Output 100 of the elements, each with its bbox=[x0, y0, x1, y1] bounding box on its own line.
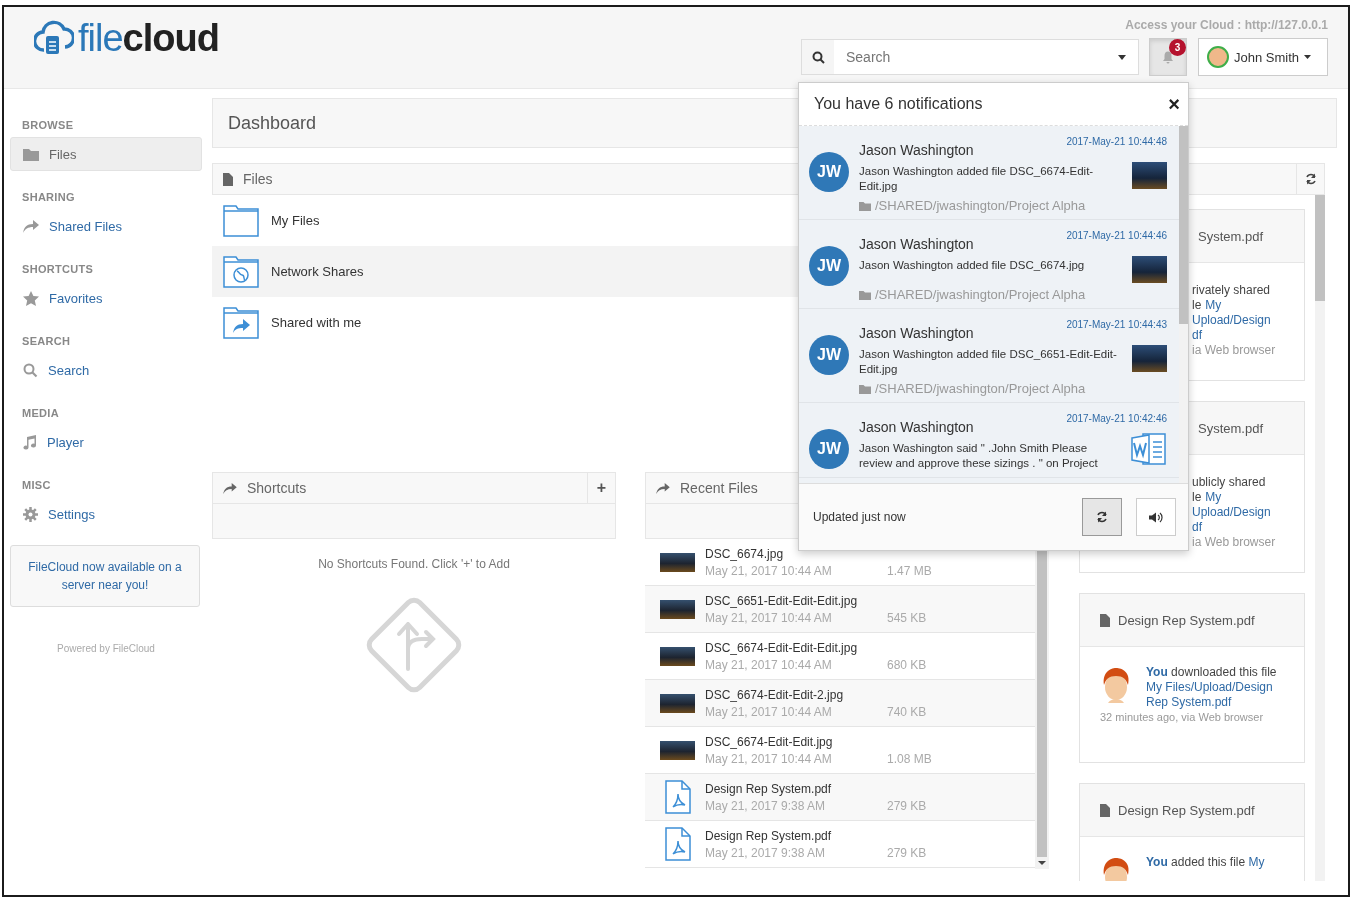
file-link[interactable]: My bbox=[1248, 855, 1265, 870]
sidebar-item[interactable]: Files bbox=[10, 137, 202, 171]
card-title: Design Rep System.pdf bbox=[1118, 802, 1255, 818]
panel-title: Files bbox=[243, 171, 273, 187]
word-document-icon bbox=[1131, 433, 1167, 465]
caret-icon bbox=[1304, 55, 1312, 59]
recent-file-row[interactable]: DSC_6674-Edit-Edit-2.jpg May 21, 2017 10:44 AM 740 KB bbox=[645, 680, 1035, 727]
shared-folder-icon bbox=[223, 306, 259, 339]
access-url: Access your Cloud : http://127.0.0.1 bbox=[1125, 18, 1328, 32]
search-input[interactable]: Search bbox=[834, 48, 1118, 66]
notifications-button[interactable]: 3 bbox=[1149, 38, 1187, 76]
sidebar-item[interactable]: Shared Files bbox=[10, 209, 202, 243]
notification-date: 2017-May-21 10:44:46 bbox=[1066, 230, 1167, 241]
file-link[interactable]: Upload/Design bbox=[1192, 313, 1271, 328]
star-icon bbox=[23, 290, 39, 306]
user-menu-button[interactable]: John Smith bbox=[1198, 38, 1328, 76]
activity-text: rivately shared bbox=[1192, 283, 1271, 298]
file-size: 1.08 MB bbox=[887, 751, 932, 766]
recent-file-row[interactable]: DSC_6651-Edit-Edit-Edit.jpg May 21, 2017 10:44 AM 545 KB bbox=[645, 586, 1035, 633]
folder-icon bbox=[859, 383, 871, 394]
file-link[interactable]: My bbox=[1205, 298, 1222, 313]
file-icon bbox=[1100, 613, 1110, 627]
file-size: 545 KB bbox=[887, 610, 927, 625]
photo-placeholder bbox=[1132, 162, 1167, 189]
sidebar-item[interactable]: Favorites bbox=[10, 281, 202, 315]
share-arrow-icon bbox=[656, 482, 670, 494]
file-link[interactable]: df bbox=[1192, 328, 1202, 343]
refresh-icon bbox=[1304, 173, 1317, 185]
music-note-icon bbox=[23, 434, 37, 450]
notification-date: 2017-May-21 10:44:43 bbox=[1066, 319, 1167, 330]
file-size: 279 KB bbox=[887, 845, 927, 860]
close-button[interactable]: × bbox=[1168, 92, 1180, 116]
notification-item[interactable]: JW Jason Washington 2017-May-21 10:44:43 Jason Washington added file DSC_6651-Edit-Edit-Edit.jpg /SHARED/jwashington/Project Alpha bbox=[799, 309, 1179, 403]
sender-name: Jason Washington bbox=[859, 142, 974, 158]
update-status: Updated just now bbox=[813, 510, 906, 524]
sidebar-item[interactable]: Player bbox=[10, 425, 202, 459]
notification-date: 2017-May-21 10:42:46 bbox=[1066, 413, 1167, 424]
file-link[interactable]: df bbox=[1192, 520, 1202, 535]
sidebar-item[interactable]: Settings bbox=[10, 497, 202, 531]
refresh-button[interactable] bbox=[1082, 498, 1122, 536]
notification-item[interactable]: JW Jason Washington 2017-May-21 10:44:46 Jason Washington added file DSC_6674.jpg /SHARED/jwashington/Project Alpha bbox=[799, 220, 1179, 309]
file-link[interactable]: My bbox=[1205, 490, 1222, 505]
photo-placeholder bbox=[1132, 256, 1167, 283]
scrollbar[interactable] bbox=[1315, 195, 1325, 881]
sidebar-item[interactable]: Search bbox=[10, 353, 202, 387]
empty-message: No Shortcuts Found. Click '+' to Add bbox=[318, 557, 510, 571]
card-title: System.pdf bbox=[1198, 228, 1264, 244]
recent-file-row[interactable]: Design Rep System.pdf May 21, 2017 9:38 AM 279 KB bbox=[645, 821, 1035, 868]
activity-text: ia Web browser bbox=[1192, 535, 1276, 550]
activity-text: ia Web browser bbox=[1192, 343, 1276, 358]
photo-placeholder bbox=[660, 552, 695, 572]
file-name: DSC_6674-Edit-Edit-2.jpg bbox=[705, 687, 845, 702]
initials-avatar: JW bbox=[809, 152, 849, 192]
notification-message: Jason Washington added file DSC_6651-Edit-Edit-Edit.jpg bbox=[859, 347, 1118, 377]
search-field[interactable]: Search bbox=[801, 39, 1139, 75]
activity-text: You added this file My bbox=[1146, 855, 1265, 870]
search-icon bbox=[23, 362, 38, 378]
search-icon bbox=[811, 50, 825, 64]
file-icon bbox=[223, 172, 233, 186]
sound-button[interactable] bbox=[1136, 498, 1176, 536]
photo-placeholder bbox=[660, 646, 695, 666]
file-link[interactable]: My Files/Upload/Design Rep System.pdf bbox=[1146, 680, 1284, 710]
share-arrow-icon bbox=[23, 219, 39, 233]
photo-placeholder bbox=[660, 693, 695, 713]
file-name: DSC_6674-Edit-Edit.jpg bbox=[705, 734, 834, 749]
settings-icon bbox=[23, 506, 38, 522]
notification-item[interactable]: JW Jason Washington 2017-May-21 10:44:48 Jason Washington added file DSC_6674-Edit-Edit.jpg /SHARED/jwashington/Project Alpha bbox=[799, 126, 1179, 220]
folder-icon bbox=[23, 147, 39, 161]
notification-date: 2017-May-21 10:44:48 bbox=[1066, 136, 1167, 147]
activity-time: 32 minutes ago, via Web browser bbox=[1100, 710, 1265, 725]
file-name: DSC_6674.jpg bbox=[705, 546, 785, 561]
panel-title: Recent Files bbox=[680, 480, 758, 496]
file-link[interactable]: Upload/Design bbox=[1192, 505, 1271, 520]
notification-item[interactable]: JW Jason Washington 2017-May-21 10:42:46 Jason Washington said " .John Smith Please review and approve these sizings . " on Project bbox=[799, 403, 1179, 478]
file-name: DSC_6651-Edit-Edit-Edit.jpg bbox=[705, 593, 859, 608]
page-title: Dashboard bbox=[228, 112, 317, 134]
file-date: May 21, 2017 10:44 AM bbox=[705, 751, 833, 766]
initials-avatar: JW bbox=[809, 246, 849, 286]
share-arrow-icon bbox=[223, 482, 237, 494]
avatar-icon bbox=[1207, 46, 1229, 68]
network-folder-icon bbox=[223, 255, 259, 288]
file-name: Design Rep System.pdf bbox=[705, 828, 833, 843]
initials-avatar: JW bbox=[809, 429, 849, 469]
folder-icon bbox=[859, 200, 871, 211]
activity-text: le bbox=[1192, 490, 1202, 505]
promo-message: FileCloud now available on a server near you! bbox=[10, 545, 200, 607]
sender-name: Jason Washington bbox=[859, 419, 974, 435]
sidebar-heading: MISC bbox=[21, 478, 52, 493]
folder-icon bbox=[859, 289, 871, 300]
file-name: DSC_6674-Edit-Edit-Edit.jpg bbox=[705, 640, 859, 655]
notification-message: Jason Washington said " .John Smith Please review and approve these sizings . " on Project bbox=[859, 441, 1099, 471]
folder-path: /SHARED/jwashington/Project Alpha bbox=[875, 381, 1086, 396]
folder-icon bbox=[223, 204, 259, 237]
scrollbar[interactable] bbox=[1179, 126, 1188, 483]
bell-icon bbox=[1162, 50, 1174, 64]
file-size: 1.47 MB bbox=[887, 563, 932, 578]
recent-file-row[interactable]: Design Rep System.pdf May 21, 2017 9:38 AM 279 KB bbox=[645, 774, 1035, 821]
file-size: 740 KB bbox=[887, 704, 927, 719]
file-date: May 21, 2017 10:44 AM bbox=[705, 704, 833, 719]
photo-placeholder bbox=[1132, 345, 1167, 372]
